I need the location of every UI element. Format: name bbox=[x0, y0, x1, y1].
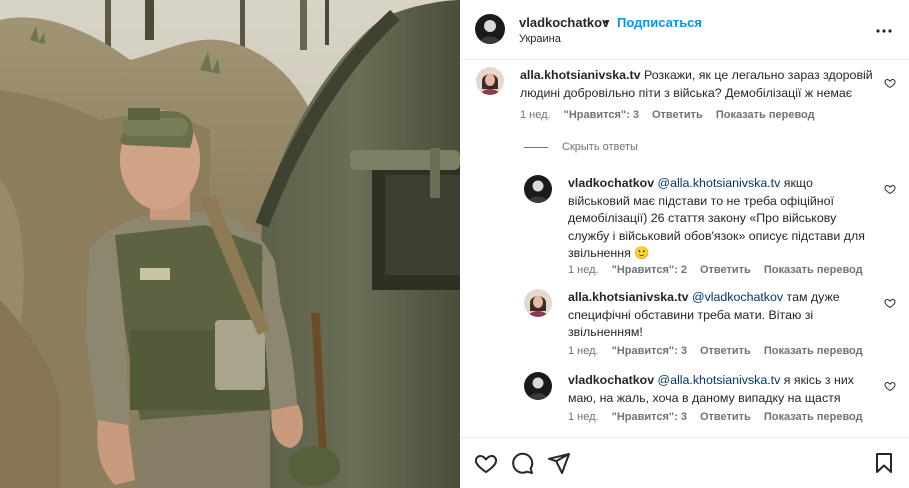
reply-username[interactable]: vladkochatkov bbox=[568, 176, 654, 190]
replies-divider bbox=[524, 146, 548, 148]
reply-time[interactable]: 1 нед. bbox=[568, 345, 599, 357]
reply-likes[interactable]: "Нравится": 3 bbox=[612, 411, 687, 423]
heart-icon[interactable] bbox=[474, 451, 498, 475]
comments-list[interactable]: alla.khotsianivska.tv Розкажи, як це лег… bbox=[460, 61, 909, 436]
share-icon[interactable] bbox=[547, 451, 571, 475]
reply-mention[interactable]: @alla.khotsianivska.tv bbox=[658, 373, 781, 387]
reply-text: vladkochatkov @alla.khotsianivska.tv я я… bbox=[568, 372, 868, 407]
reply-text: alla.khotsianivska.tv @vladkochatkov там… bbox=[568, 289, 868, 342]
post-photo-illustration bbox=[0, 0, 460, 488]
comment-text: alla.khotsianivska.tv Розкажи, як це лег… bbox=[520, 67, 880, 102]
reply-button[interactable]: Ответить bbox=[700, 411, 751, 423]
reply-time[interactable]: 1 нед. bbox=[568, 411, 599, 423]
reply-time[interactable]: 1 нед. bbox=[568, 264, 599, 276]
reply-likes[interactable]: "Нравится": 3 bbox=[612, 345, 687, 357]
heart-icon[interactable] bbox=[884, 77, 896, 89]
avatar-image bbox=[524, 289, 552, 317]
hide-replies-button[interactable]: Скрыть ответы bbox=[524, 141, 638, 153]
author-avatar[interactable] bbox=[475, 14, 505, 44]
translate-button[interactable]: Показать перевод bbox=[764, 264, 863, 276]
reply-meta: 1 нед. "Нравится": 3 Ответить Показать пере… bbox=[568, 345, 876, 357]
heart-icon[interactable] bbox=[884, 297, 896, 309]
commenter-avatar[interactable] bbox=[524, 289, 552, 317]
reply-button[interactable]: Ответить bbox=[700, 264, 751, 276]
heart-icon[interactable] bbox=[884, 380, 896, 392]
translate-button[interactable]: Показать перевод bbox=[764, 411, 863, 423]
reply-item: vladkochatkov @alla.khotsianivska.tv якщ… bbox=[460, 173, 909, 283]
reply-likes[interactable]: "Нравится": 2 bbox=[612, 264, 687, 276]
commenter-avatar[interactable] bbox=[476, 67, 504, 95]
bookmark-icon[interactable] bbox=[872, 451, 896, 475]
reply-button[interactable]: Ответить bbox=[700, 345, 751, 357]
commenter-avatar[interactable] bbox=[524, 372, 552, 400]
translate-button[interactable]: Показать перевод bbox=[764, 345, 863, 357]
comment-username[interactable]: alla.khotsianivska.tv bbox=[520, 68, 641, 82]
avatar-image bbox=[475, 14, 505, 44]
separator-dot: • bbox=[604, 14, 609, 29]
heart-icon[interactable] bbox=[884, 183, 896, 195]
avatar-image bbox=[476, 67, 504, 95]
reply-mention[interactable]: @alla.khotsianivska.tv bbox=[658, 176, 781, 190]
avatar-image bbox=[524, 372, 552, 400]
post-header: vladkochatkov • Подписаться Украина bbox=[460, 0, 909, 60]
post-location[interactable]: Украина bbox=[519, 33, 561, 45]
post-side-panel: vladkochatkov • Подписаться Украина alla… bbox=[460, 0, 909, 488]
reply-button[interactable]: Ответить bbox=[652, 109, 703, 121]
post-actions-bar bbox=[460, 437, 909, 488]
reply-text: vladkochatkov @alla.khotsianivska.tv якщ… bbox=[568, 175, 878, 263]
author-username[interactable]: vladkochatkov bbox=[519, 15, 609, 30]
comment-time[interactable]: 1 нед. bbox=[520, 109, 551, 121]
reply-meta: 1 нед. "Нравится": 2 Ответить Показать пере… bbox=[568, 264, 876, 276]
reply-item: alla.khotsianivska.tv @vladkochatkov там… bbox=[460, 287, 909, 362]
comment-meta: 1 нед. "Нравится": 3 Ответить Показать пере… bbox=[520, 109, 828, 121]
comment-item: alla.khotsianivska.tv Розкажи, як це лег… bbox=[460, 61, 909, 131]
post-photo bbox=[0, 0, 460, 488]
reply-username[interactable]: alla.khotsianivska.tv bbox=[568, 290, 689, 304]
reply-meta: 1 нед. "Нравится": 3 Ответить Показать пере… bbox=[568, 411, 876, 423]
comment-icon[interactable] bbox=[510, 451, 534, 475]
reply-mention[interactable]: @vladkochatkov bbox=[692, 290, 783, 304]
translate-button[interactable]: Показать перевод bbox=[716, 109, 815, 121]
comment-likes[interactable]: "Нравится": 3 bbox=[564, 109, 639, 121]
avatar-image bbox=[524, 175, 552, 203]
more-horizontal-icon[interactable] bbox=[876, 24, 892, 38]
hide-replies-label: Скрыть ответы bbox=[562, 141, 638, 153]
reply-username[interactable]: vladkochatkov bbox=[568, 373, 654, 387]
reply-item: vladkochatkov @alla.khotsianivska.tv я я… bbox=[460, 370, 909, 436]
commenter-avatar[interactable] bbox=[524, 175, 552, 203]
follow-button[interactable]: Подписаться bbox=[617, 15, 702, 30]
